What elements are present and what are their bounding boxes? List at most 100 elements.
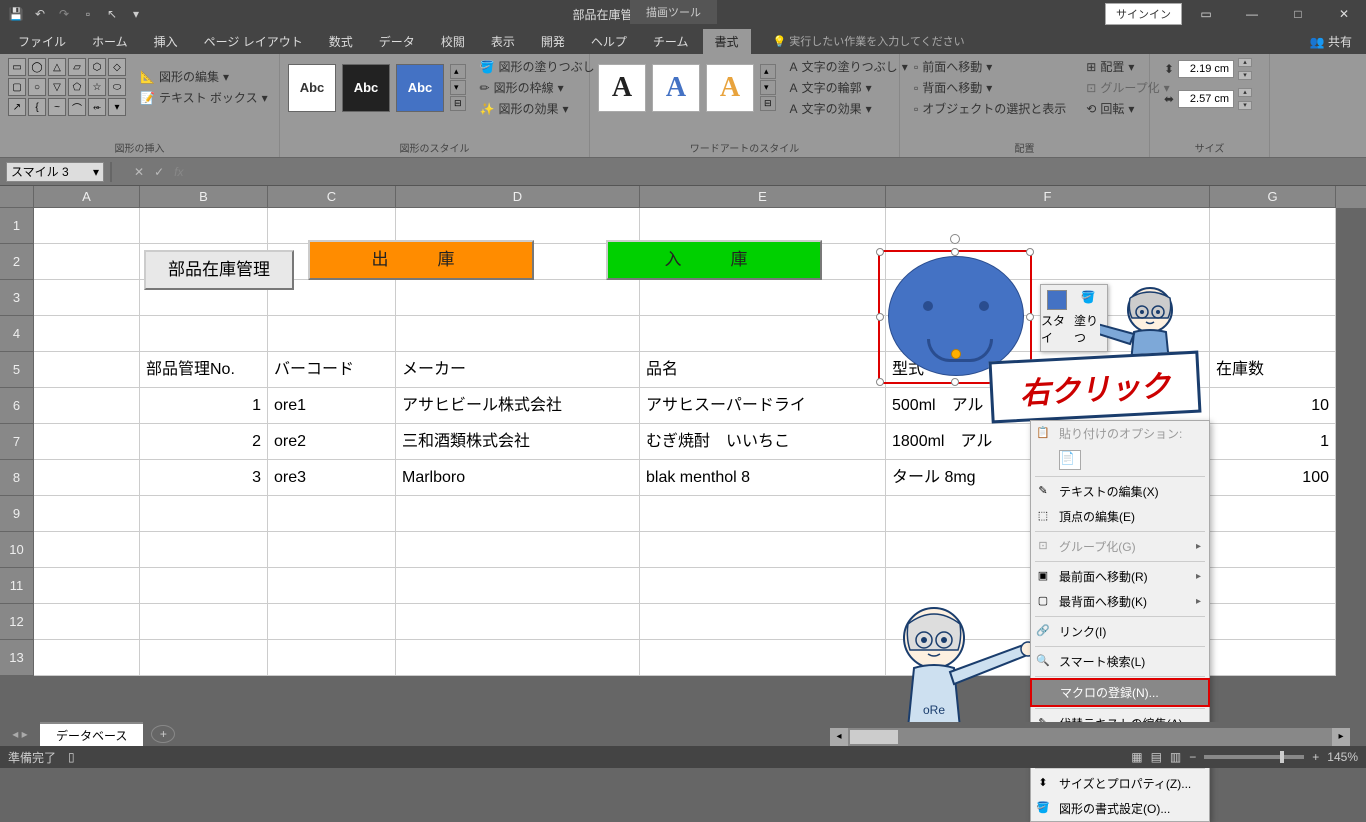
cell[interactable] <box>640 316 886 352</box>
cell[interactable]: 2 <box>140 424 268 460</box>
cell[interactable] <box>140 532 268 568</box>
cell[interactable] <box>396 208 640 244</box>
menu-tab-1[interactable]: ホーム <box>80 29 140 54</box>
view-pagebreak-icon[interactable]: ▥ <box>1170 750 1181 764</box>
cell[interactable] <box>34 424 140 460</box>
cell[interactable] <box>640 496 886 532</box>
col-header[interactable]: A <box>34 186 140 208</box>
close-icon[interactable]: ✕ <box>1322 0 1366 28</box>
resize-handle[interactable] <box>1026 313 1034 321</box>
send-backward-button[interactable]: ▫ 背面へ移動 ▾ <box>914 79 1066 96</box>
rotate-handle[interactable] <box>950 234 960 244</box>
ctx-bring-front[interactable]: ▣最前面へ移動(R)▸ <box>1031 564 1209 589</box>
shape-styles-gallery[interactable]: AbcAbcAbc ▴▾⊟ <box>288 64 466 112</box>
menu-tab-7[interactable]: 表示 <box>479 29 527 54</box>
menu-tab-0[interactable]: ファイル <box>6 29 78 54</box>
cell[interactable] <box>640 604 886 640</box>
sheet-nav[interactable]: ◂ ▸ <box>0 727 40 741</box>
cell[interactable] <box>268 496 396 532</box>
sheet-tab[interactable]: データベース <box>40 722 143 747</box>
cell[interactable] <box>34 460 140 496</box>
cell[interactable]: 三和酒類株式会社 <box>396 424 640 460</box>
col-header[interactable]: E <box>640 186 886 208</box>
undo-icon[interactable]: ↶ <box>32 6 48 22</box>
cell[interactable]: blak menthol 8 <box>640 460 886 496</box>
cell[interactable] <box>396 496 640 532</box>
cell[interactable] <box>640 640 886 676</box>
cell[interactable] <box>1210 280 1336 316</box>
resize-handle[interactable] <box>951 248 959 256</box>
qat-more-icon[interactable]: ▾ <box>128 6 144 22</box>
cell[interactable] <box>1210 568 1336 604</box>
cell[interactable] <box>396 280 640 316</box>
cell[interactable] <box>640 532 886 568</box>
shape-effects-button[interactable]: ✨ 図形の効果 ▾ <box>480 100 605 117</box>
horizontal-scrollbar[interactable]: ◂▸ <box>830 728 1350 746</box>
cell[interactable] <box>268 316 396 352</box>
cell[interactable]: 10 <box>1210 388 1336 424</box>
enter-formula-icon[interactable]: ✓ <box>154 165 164 179</box>
cell[interactable] <box>140 208 268 244</box>
menu-tab-10[interactable]: チーム <box>641 29 701 54</box>
col-header[interactable]: B <box>140 186 268 208</box>
cell[interactable] <box>640 280 886 316</box>
cell[interactable] <box>1210 208 1336 244</box>
fx-icon[interactable]: fx <box>174 165 183 179</box>
shapes-palette[interactable]: ▭◯△▱⬡◇ ▢○▽⬠☆⬭ ↗{~⌒⬰▾ <box>8 58 126 116</box>
menu-tab-4[interactable]: 数式 <box>317 29 365 54</box>
row-header[interactable]: 10 <box>0 532 34 568</box>
menu-tab-2[interactable]: 挿入 <box>142 29 190 54</box>
cell[interactable] <box>34 316 140 352</box>
minimize-icon[interactable]: — <box>1230 0 1274 28</box>
cell[interactable]: 100 <box>1210 460 1336 496</box>
cell[interactable] <box>34 604 140 640</box>
cell[interactable] <box>34 388 140 424</box>
macro-rec-icon[interactable]: ▯ <box>68 750 75 764</box>
cell[interactable]: バーコード <box>268 352 396 388</box>
cell[interactable] <box>268 532 396 568</box>
cell[interactable] <box>1210 640 1336 676</box>
cell[interactable] <box>268 640 396 676</box>
cell[interactable]: メーカー <box>396 352 640 388</box>
col-header[interactable]: F <box>886 186 1210 208</box>
text-effects-button[interactable]: A 文字の効果 ▾ <box>790 100 908 117</box>
ctx-format-shape[interactable]: 🪣図形の書式設定(O)... <box>1031 796 1209 821</box>
menu-tab-11[interactable]: 書式 <box>703 29 751 54</box>
smiley-shape[interactable] <box>888 256 1024 376</box>
ctx-size-props[interactable]: ⬍サイズとプロパティ(Z)... <box>1031 771 1209 796</box>
share-button[interactable]: 👥 共有 <box>1310 33 1352 50</box>
cell[interactable] <box>396 640 640 676</box>
cell[interactable] <box>640 568 886 604</box>
ribbon-opts-icon[interactable]: ▭ <box>1184 0 1228 28</box>
ctx-edit-points[interactable]: ⬚頂点の編集(E) <box>1031 504 1209 529</box>
cell[interactable] <box>140 316 268 352</box>
cell[interactable]: ore2 <box>268 424 396 460</box>
ctx-assign-macro[interactable]: マクロの登録(N)... <box>1030 678 1210 707</box>
zoom-in-icon[interactable]: + <box>1312 750 1319 764</box>
edit-shape-button[interactable]: 📐 図形の編集 ▾ <box>140 68 268 85</box>
cell[interactable]: アサヒスーパードライ <box>640 388 886 424</box>
cell[interactable] <box>396 316 640 352</box>
add-sheet-button[interactable]: + <box>151 725 175 743</box>
adjust-handle[interactable] <box>951 349 961 359</box>
in-button[interactable]: 入 庫 <box>606 240 822 280</box>
width-input[interactable]: ⬌ ▴▾ <box>1164 88 1255 110</box>
resize-handle[interactable] <box>876 313 884 321</box>
ctx-link[interactable]: 🔗リンク(I) <box>1031 619 1209 644</box>
cell[interactable] <box>268 208 396 244</box>
row-header[interactable]: 13 <box>0 640 34 676</box>
cell[interactable] <box>34 640 140 676</box>
view-normal-icon[interactable]: ▦ <box>1131 750 1142 764</box>
row-header[interactable]: 12 <box>0 604 34 640</box>
out-button[interactable]: 出 庫 <box>308 240 534 280</box>
cell[interactable] <box>140 640 268 676</box>
zoom-out-icon[interactable]: − <box>1189 750 1196 764</box>
cell[interactable] <box>140 496 268 532</box>
row-header[interactable]: 4 <box>0 316 34 352</box>
cell[interactable] <box>34 352 140 388</box>
cell[interactable]: 部品管理No. <box>140 352 268 388</box>
cell[interactable] <box>640 208 886 244</box>
cell[interactable] <box>268 604 396 640</box>
text-fill-button[interactable]: A 文字の塗りつぶし ▾ <box>790 58 908 75</box>
group-button[interactable]: ⊡ グループ化 ▾ <box>1086 79 1169 96</box>
